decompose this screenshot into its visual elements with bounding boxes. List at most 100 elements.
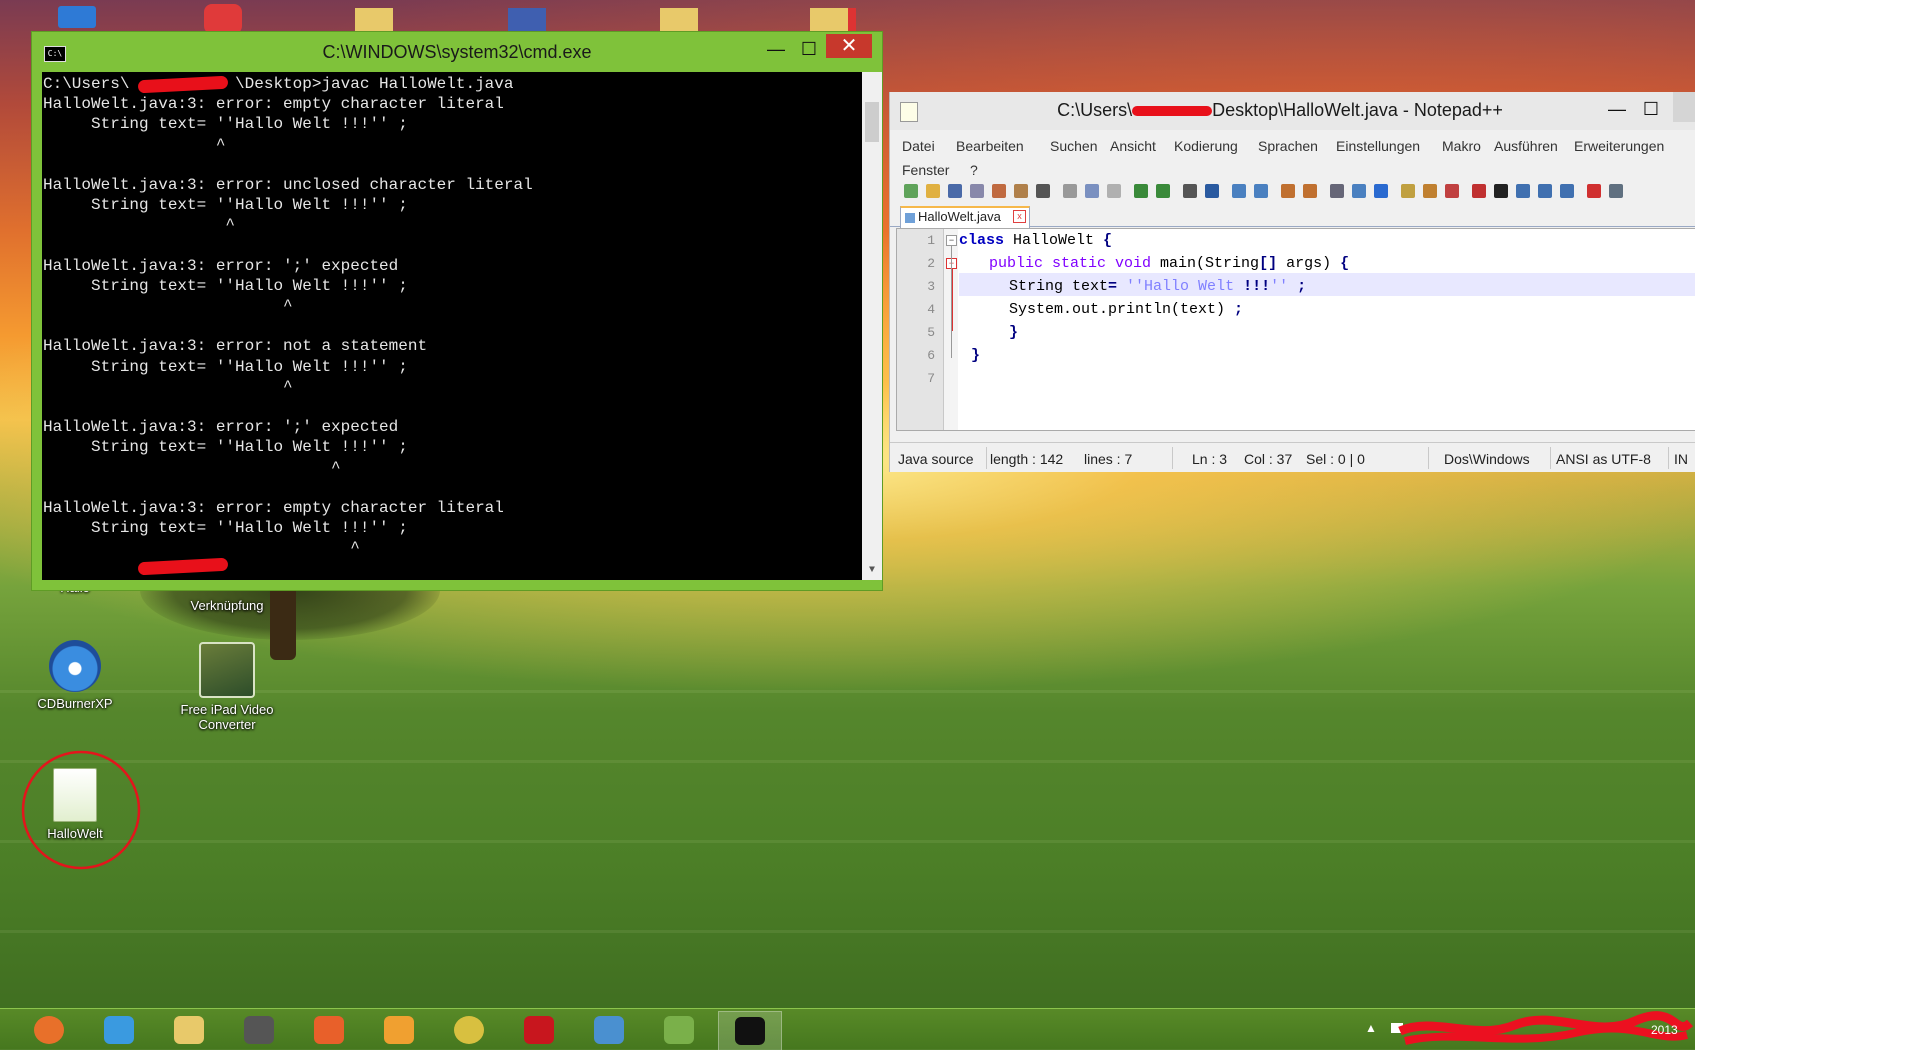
taskbar-button[interactable] xyxy=(368,1011,430,1049)
menu-suchen[interactable]: Suchen xyxy=(1050,138,1097,154)
close-button[interactable]: ✕ xyxy=(826,34,872,58)
function-list-icon[interactable] xyxy=(1423,184,1437,198)
menu-kodierung[interactable]: Kodierung xyxy=(1174,138,1238,154)
sync-v-icon[interactable] xyxy=(1281,184,1295,198)
status-sel: Sel : 0 | 0 xyxy=(1306,451,1365,467)
taskbar-button[interactable] xyxy=(158,1011,220,1049)
show-all-chars-icon[interactable] xyxy=(1352,184,1366,198)
npp-menubar: Datei Bearbeiten Suchen Ansicht Kodierun… xyxy=(890,130,1695,178)
desktop-icon-label-partial[interactable]: Verknüpfung xyxy=(172,598,282,613)
play-macro-icon[interactable] xyxy=(1516,184,1530,198)
save-macro-icon[interactable] xyxy=(1560,184,1574,198)
run-macro-multiple-icon[interactable] xyxy=(1538,184,1552,198)
taskbar-button[interactable] xyxy=(718,1011,782,1051)
close-icon[interactable] xyxy=(992,184,1006,198)
sync-h-icon[interactable] xyxy=(1303,184,1317,198)
print-icon[interactable] xyxy=(1036,184,1050,198)
record-macro-icon[interactable] xyxy=(1472,184,1486,198)
zoom-in-icon[interactable] xyxy=(1232,184,1246,198)
taskbar-button[interactable] xyxy=(508,1011,570,1049)
stop-macro-icon[interactable] xyxy=(1494,184,1508,198)
code-editor[interactable]: 1 2 3 4 5 6 7 − − class HalloWelt { publ… xyxy=(896,228,1695,431)
paste-icon[interactable] xyxy=(1107,184,1121,198)
desktop-icon-partial-4[interactable] xyxy=(810,8,856,34)
cmd-window[interactable]: C:\ C:\WINDOWS\system32\cmd.exe — ☐ ✕ C:… xyxy=(32,32,882,590)
wrap-icon[interactable] xyxy=(1330,184,1344,198)
find-icon[interactable] xyxy=(1183,184,1197,198)
minimize-button[interactable]: — xyxy=(1600,96,1634,122)
npp-titlebar[interactable]: C:\Users\ Desktop\HalloWelt.java - Notepa… xyxy=(890,92,1695,130)
open-file-icon[interactable] xyxy=(926,184,940,198)
taskbar-button[interactable] xyxy=(18,1011,80,1049)
console-line: String text= ''Hallo Welt !!!'' ; xyxy=(43,276,408,295)
replace-icon[interactable] xyxy=(1205,184,1219,198)
folder-icon-partial-2[interactable] xyxy=(660,8,698,34)
menu-sprachen[interactable]: Sprachen xyxy=(1258,138,1318,154)
tray-expand-icon[interactable]: ▲ xyxy=(1365,1021,1377,1035)
close-button-partial[interactable] xyxy=(1673,92,1695,122)
indent-guide-icon[interactable] xyxy=(1374,184,1388,198)
redo-icon[interactable] xyxy=(1156,184,1170,198)
fold-line-inner xyxy=(952,269,953,331)
taskbar-button[interactable] xyxy=(578,1011,640,1049)
menu-einstellungen[interactable]: Einstellungen xyxy=(1336,138,1420,154)
folder-workspace-icon[interactable] xyxy=(1445,184,1459,198)
menu-bearbeiten[interactable]: Bearbeiten xyxy=(956,138,1024,154)
maximize-button[interactable]: ☐ xyxy=(792,36,826,62)
taskbar-button[interactable] xyxy=(438,1011,500,1049)
video-converter-icon xyxy=(199,642,255,698)
menu-fenster[interactable]: Fenster xyxy=(902,162,949,178)
cmd-scrollbar[interactable]: ▲ ▼ xyxy=(862,72,882,580)
line-number: 2 xyxy=(927,256,935,271)
internet-explorer-icon xyxy=(104,1016,134,1044)
cmd-window-title: C:\WINDOWS\system32\cmd.exe xyxy=(322,42,592,62)
scroll-down-arrow-icon[interactable]: ▼ xyxy=(862,562,882,580)
folder-icon-partial-1[interactable] xyxy=(355,8,393,34)
console-output[interactable]: C:\Users\ \Desktop>javac HalloWelt.java H… xyxy=(42,72,882,580)
console-line: String text= ''Hallo Welt !!!'' ; xyxy=(43,438,408,457)
code-line-6: } xyxy=(971,347,981,364)
status-col: Col : 37 xyxy=(1244,451,1293,467)
new-file-icon[interactable] xyxy=(904,184,918,198)
save-all-icon[interactable] xyxy=(970,184,984,198)
tab-close-icon[interactable]: x xyxy=(1013,210,1026,223)
tab-hallowelt-java[interactable]: HalloWelt.java x xyxy=(900,206,1030,228)
spellcheck-icon[interactable] xyxy=(1587,184,1601,198)
scroll-thumb[interactable] xyxy=(865,102,879,142)
undo-icon[interactable] xyxy=(1134,184,1148,198)
npp-window-title: C:\Users\ Desktop\HalloWelt.java - Notepa… xyxy=(1057,100,1503,120)
menu-ausfuehren[interactable]: Ausführen xyxy=(1494,138,1558,154)
menu-makro[interactable]: Makro xyxy=(1442,138,1481,154)
notepadpp-window[interactable]: C:\Users\ Desktop\HalloWelt.java - Notepa… xyxy=(890,92,1695,472)
console-line: String text= ''Hallo Welt !!!'' ; xyxy=(43,196,408,215)
minimize-button[interactable]: — xyxy=(759,36,793,62)
desktop-icon-partial-1[interactable] xyxy=(58,6,96,28)
menu-erweiterungen[interactable]: Erweiterungen xyxy=(1574,138,1664,154)
desktop-icon-partial-3[interactable] xyxy=(508,8,546,34)
plugin-icon[interactable] xyxy=(1609,184,1623,198)
taskbar-button[interactable] xyxy=(648,1011,710,1049)
fold-toggle-icon[interactable]: − xyxy=(946,235,957,246)
save-icon[interactable] xyxy=(948,184,962,198)
file-icon xyxy=(905,212,915,223)
console-line: ^ xyxy=(43,135,226,154)
maximize-button[interactable]: ☐ xyxy=(1634,96,1668,122)
redaction-scribble xyxy=(1398,1011,1694,1045)
desktop-icon-cdburnerxp[interactable]: CDBurnerXP xyxy=(20,640,130,711)
cmd-titlebar[interactable]: C:\ C:\WINDOWS\system32\cmd.exe — ☐ ✕ xyxy=(32,32,882,70)
desktop-icon-partial-2[interactable] xyxy=(204,4,242,34)
tray-clock-partial[interactable]: 2013 xyxy=(1651,1023,1678,1037)
taskbar-button[interactable] xyxy=(228,1011,290,1049)
desktop-icon-ipad-video-converter[interactable]: Free iPad Video Converter xyxy=(172,642,282,732)
zoom-out-icon[interactable] xyxy=(1254,184,1268,198)
doc-map-icon[interactable] xyxy=(1401,184,1415,198)
fold-margin[interactable]: − − xyxy=(944,229,958,430)
close-all-icon[interactable] xyxy=(1014,184,1028,198)
cut-icon[interactable] xyxy=(1063,184,1077,198)
menu-help[interactable]: ? xyxy=(970,162,978,178)
taskbar-button[interactable] xyxy=(88,1011,150,1049)
menu-ansicht[interactable]: Ansicht xyxy=(1110,138,1156,154)
copy-icon[interactable] xyxy=(1085,184,1099,198)
menu-datei[interactable]: Datei xyxy=(902,138,935,154)
taskbar-button[interactable] xyxy=(298,1011,360,1049)
